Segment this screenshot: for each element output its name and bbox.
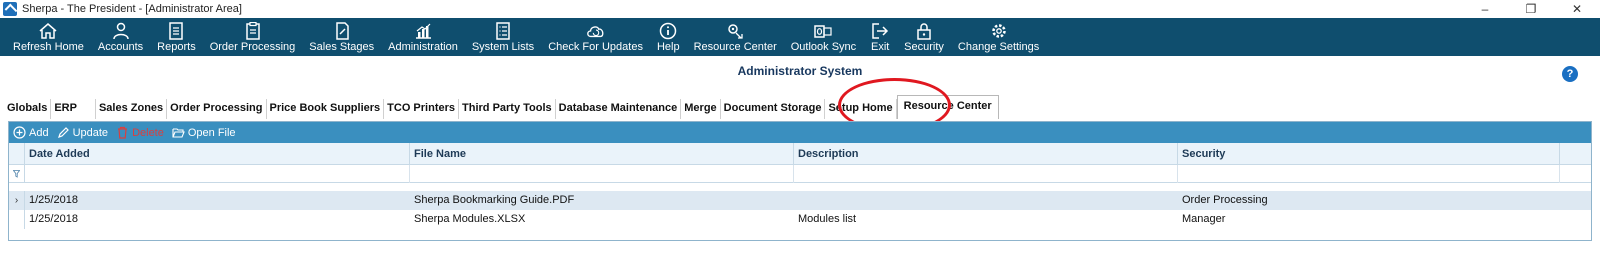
change-settings-button[interactable]: Change Settings [951, 18, 1046, 56]
column-header-file-name[interactable]: File Name [410, 143, 794, 164]
security-button[interactable]: Security [897, 18, 951, 56]
report-icon [169, 22, 184, 40]
window-title: Sherpa - The President - [Administrator … [22, 3, 242, 15]
resource-grid: Add Update Delete Open File Date Added F… [8, 121, 1592, 241]
filter-cell-security[interactable] [1178, 165, 1560, 183]
order-processing-button[interactable]: Order Processing [203, 18, 303, 56]
help-icon[interactable]: ? [1562, 66, 1578, 82]
cell-file-name: Sherpa Bookmarking Guide.PDF [414, 194, 575, 206]
filter-cell-description[interactable] [794, 165, 1178, 183]
cell-description: Modules list [798, 213, 857, 225]
info-icon [660, 22, 677, 40]
filter-icon [9, 165, 25, 182]
main-toolbar: Refresh Home Accounts Reports Order Proc… [0, 18, 1600, 56]
refresh-home-button[interactable]: Refresh Home [6, 18, 91, 56]
resource-center-button[interactable]: Resource Center [687, 18, 784, 56]
exit-button[interactable]: Exit [863, 18, 897, 56]
folder-open-icon [172, 128, 185, 138]
cloud-refresh-icon [586, 26, 604, 38]
tab-document-storage[interactable]: Document Storage [721, 99, 826, 119]
tab-globals[interactable]: Globals [4, 99, 52, 119]
tab-database-maintenance[interactable]: Database Maintenance [556, 99, 682, 119]
lock-icon [917, 23, 931, 40]
list-icon [496, 22, 510, 40]
table-row[interactable]: › 1/25/2018 Sherpa Bookmarking Guide.PDF… [9, 191, 1591, 210]
gear-document-icon [728, 24, 743, 39]
column-header-date-added[interactable]: Date Added [25, 143, 410, 164]
tab-tco-printers[interactable]: TCO Printers [384, 99, 460, 119]
row-indicator [9, 210, 25, 229]
tab-order-processing[interactable]: Order Processing [167, 99, 267, 119]
user-icon [112, 22, 129, 40]
reports-button[interactable]: Reports [150, 18, 203, 56]
trash-icon [118, 126, 128, 139]
row-pointer-icon: › [9, 191, 25, 210]
tab-price-book-suppliers[interactable]: Price Book Suppliers [267, 99, 385, 119]
system-lists-button[interactable]: System Lists [465, 18, 541, 56]
tab-merge[interactable]: Merge [681, 99, 721, 119]
grid-header: Date Added File Name Description Securit… [9, 143, 1591, 165]
tab-third-party-tools[interactable]: Third Party Tools [459, 99, 556, 119]
tab-setup-home[interactable]: Setup Home [825, 99, 897, 119]
cell-date-added: 1/25/2018 [29, 194, 78, 206]
app-logo-icon [3, 2, 17, 16]
sales-stages-button[interactable]: Sales Stages [302, 18, 381, 56]
cell-date-added: 1/25/2018 [29, 213, 78, 225]
grid-spacer [9, 183, 1591, 191]
window-controls: – ❐ ✕ [1462, 0, 1600, 18]
exit-icon [872, 23, 889, 39]
home-icon [39, 23, 57, 39]
update-button[interactable]: Update [57, 126, 108, 139]
grid-toolbar: Add Update Delete Open File [9, 122, 1591, 143]
gear-icon [991, 24, 1006, 38]
clipboard-icon [245, 22, 260, 40]
tab-erp[interactable]: ERP [51, 99, 96, 119]
filter-cell-file-name[interactable] [410, 165, 794, 183]
cell-file-name: Sherpa Modules.XLSX [414, 213, 526, 225]
close-button[interactable]: ✕ [1554, 0, 1600, 18]
check-for-updates-button[interactable]: Check For Updates [541, 18, 650, 56]
cell-security: Manager [1182, 213, 1226, 225]
pencil-icon [57, 127, 69, 138]
accounts-button[interactable]: Accounts [91, 18, 150, 56]
restore-button[interactable]: ❐ [1508, 0, 1554, 18]
tab-sales-zones[interactable]: Sales Zones [96, 99, 168, 119]
outlook-icon [814, 25, 833, 38]
help-button[interactable]: Help [650, 18, 687, 56]
header-indicator [9, 143, 25, 164]
delete-button[interactable]: Delete [116, 126, 164, 139]
tab-resource-center[interactable]: Resource Center [896, 95, 999, 119]
open-file-button[interactable]: Open File [172, 126, 236, 139]
filter-row [9, 165, 1591, 183]
outlook-sync-button[interactable]: Outlook Sync [784, 18, 863, 56]
document-edit-icon [335, 22, 349, 40]
page-title: Administrator System [737, 64, 863, 78]
admin-tabs: Globals ERP Sales Zones Order Processing… [4, 95, 999, 119]
column-header-description[interactable]: Description [794, 143, 1178, 164]
title-bar: Sherpa - The President - [Administrator … [0, 0, 1600, 18]
table-row[interactable]: 1/25/2018 Sherpa Modules.XLSX Modules li… [9, 210, 1591, 229]
add-icon [13, 126, 26, 139]
minimize-button[interactable]: – [1462, 0, 1508, 18]
cell-security: Order Processing [1182, 194, 1268, 206]
chart-icon [415, 23, 431, 39]
filter-cell-date-added[interactable] [25, 165, 410, 183]
add-button[interactable]: Add [13, 126, 49, 139]
cell-description [794, 191, 1178, 210]
administration-button[interactable]: Administration [381, 18, 465, 56]
column-header-security[interactable]: Security [1178, 143, 1560, 164]
